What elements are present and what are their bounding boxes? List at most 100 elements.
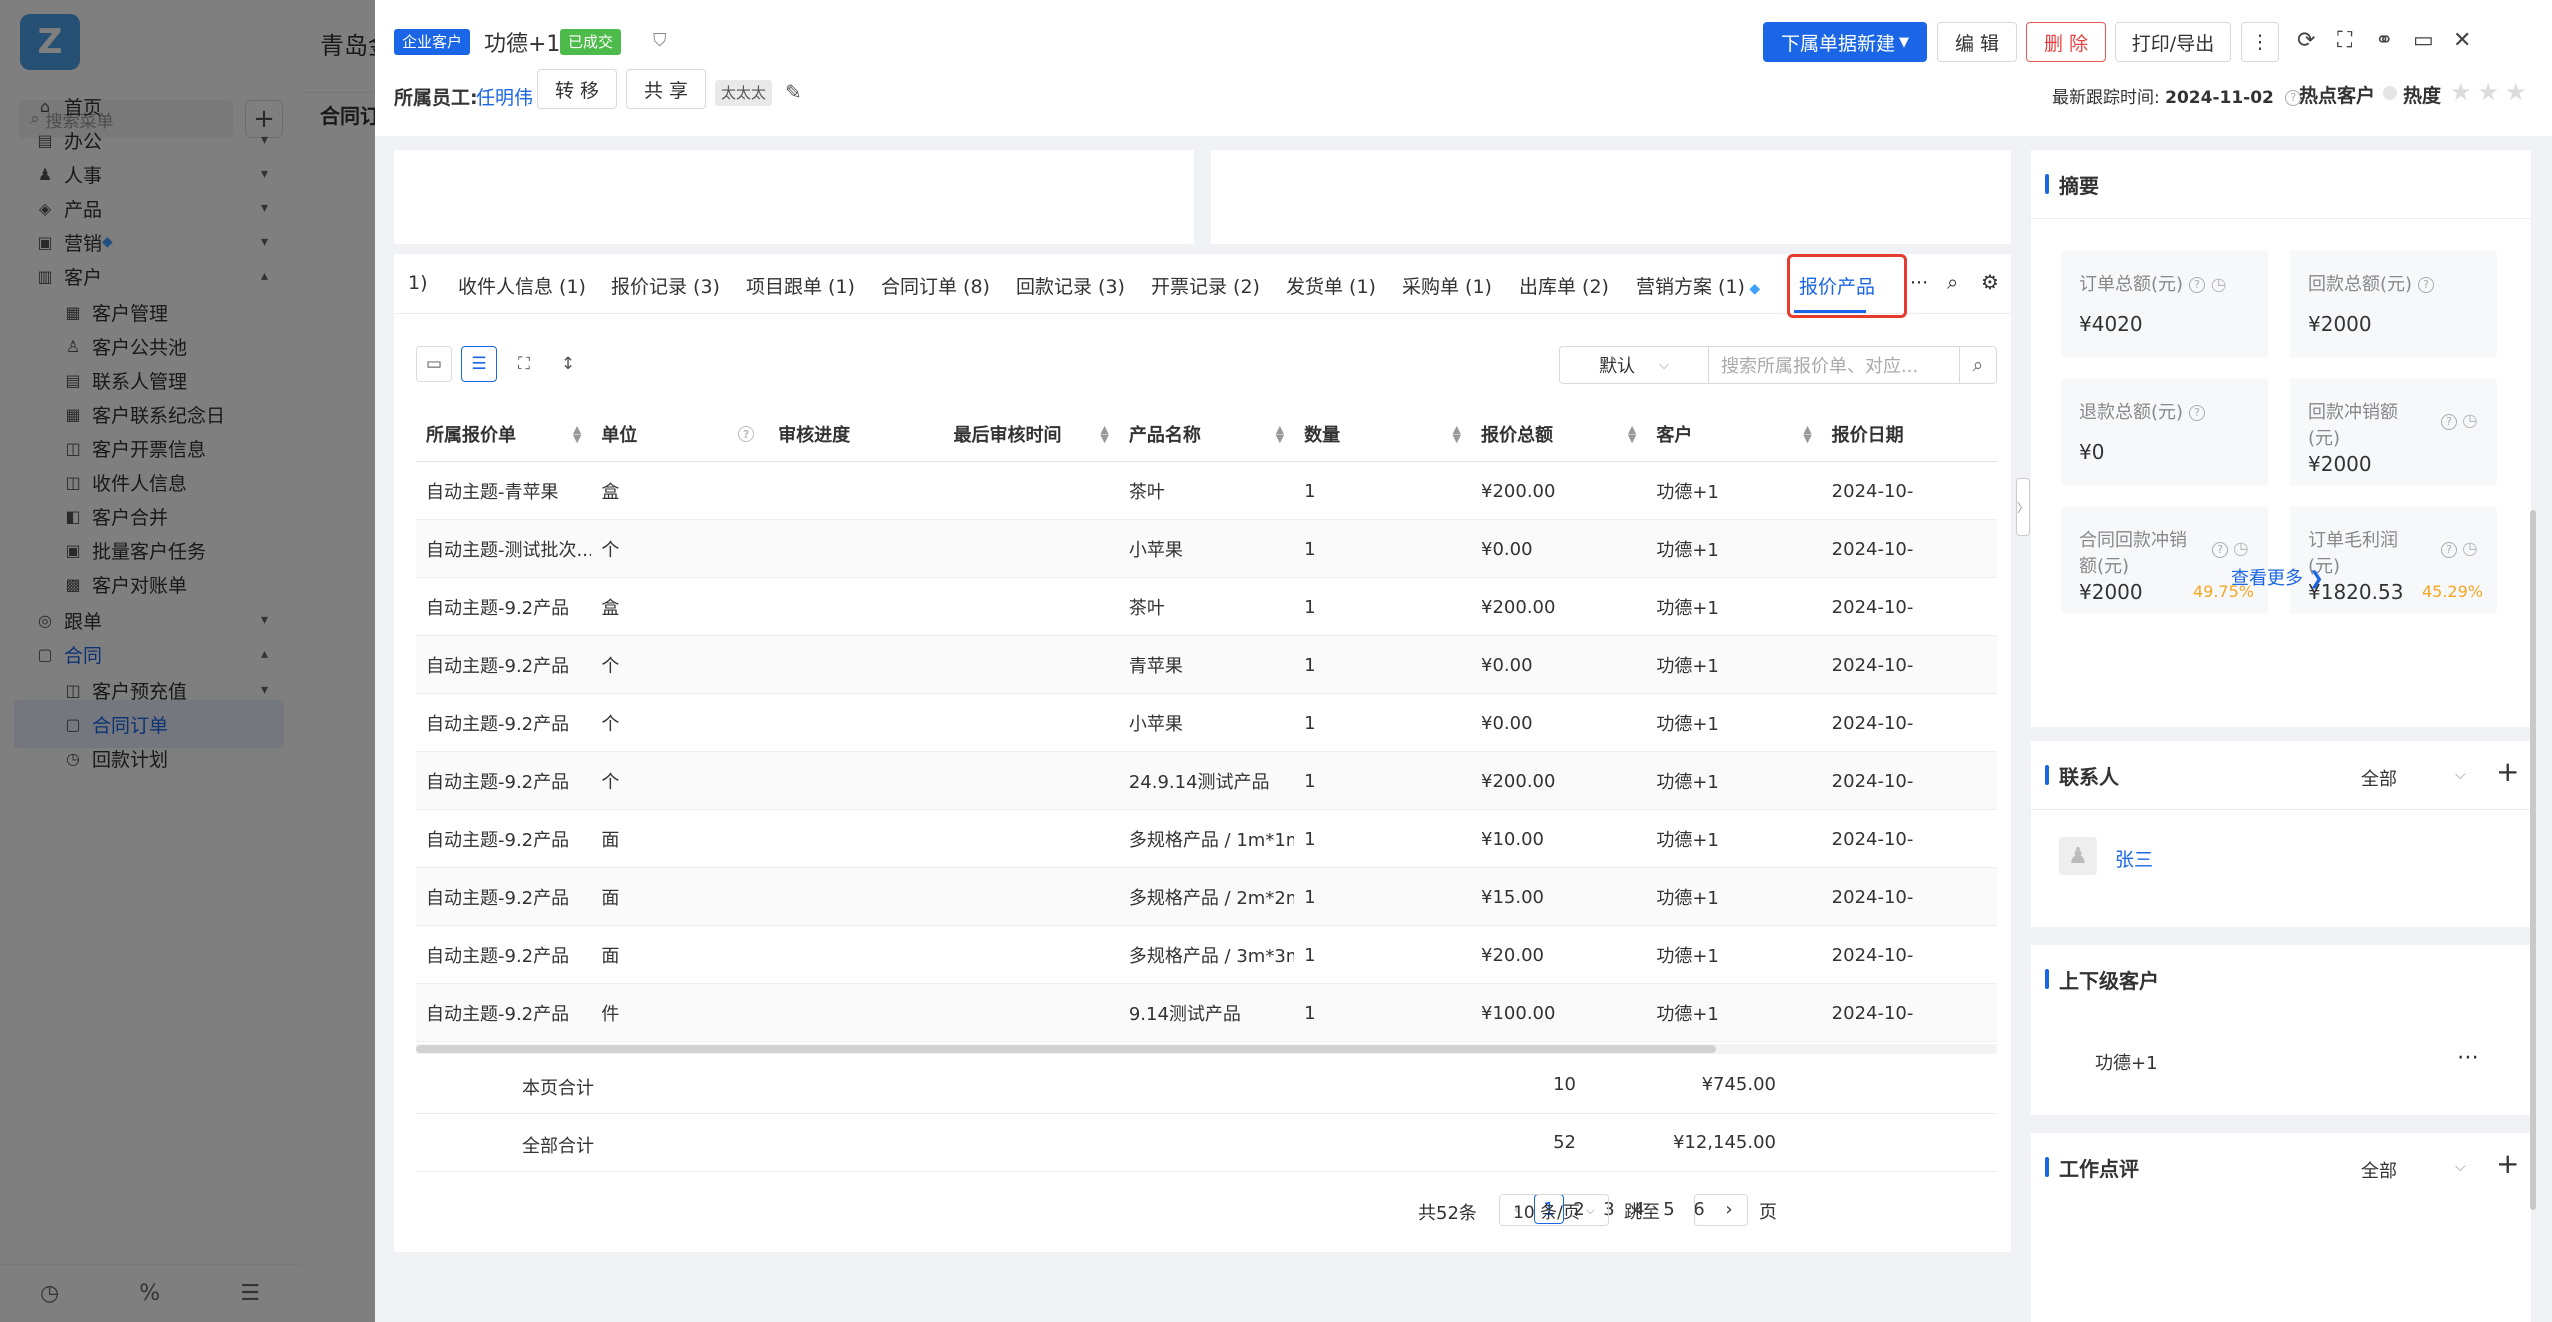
heat-rating-stars[interactable]: ★★★ [2450,78,2533,106]
sort-icon[interactable]: ▲ ▼ [573,424,581,444]
help-icon[interactable]: ? [2189,277,2206,293]
tab-11[interactable]: 报价产品 [1799,272,1875,299]
table-cell[interactable]: 小苹果 [1119,520,1294,578]
table-cell[interactable]: 9.14测试产品 [1119,984,1294,1042]
tab-2[interactable]: 报价记录 (3) [611,272,720,299]
table-row[interactable]: 自动主题-青苹果盒 茶叶 1 ¥200.00 功德+1 2024-10- [416,462,1997,520]
close-icon[interactable]: ✕ [2453,28,2471,53]
table-cell[interactable]: 功德+1 [1646,752,1821,810]
column-header-0[interactable]: 所属报价单 ▲ ▼ [416,406,591,462]
table-cell[interactable]: 自动主题-9.2产品 [416,868,591,926]
view-more-link[interactable]: 查看更多 ❯ [2231,564,2324,590]
table-row[interactable]: 自动主题-9.2产品盒 茶叶 1 ¥200.00 功德+1 2024-10- [416,578,1997,636]
table-row[interactable]: 自动主题-9.2产品面 多规格产品 / 3m*3m 1 ¥20.00 功德+1 2024-… [416,926,1997,984]
clock-icon[interactable]: ◷ [2233,538,2249,559]
transfer-button[interactable]: 转 移 [537,69,617,109]
sort-icon[interactable]: ▲ ▼ [1100,424,1108,444]
employee-name-link[interactable]: 任明伟 [476,83,533,110]
hot-toggle-icon[interactable] [2383,86,2397,100]
table-cell[interactable]: 自动主题-青苹果 [416,462,591,520]
tab-settings-gear-icon[interactable]: ⚙ [1981,270,1999,294]
panel-icon[interactable]: ▭ [2413,28,2434,53]
clock-icon[interactable]: ◷ [2205,274,2227,295]
fullscreen-icon[interactable]: ⛶ [2337,28,2352,53]
sort-icon[interactable]: ▲ ▼ [1803,424,1811,444]
sort-icon[interactable]: ▲ ▼ [1453,424,1461,444]
table-cell[interactable]: 功德+1 [1646,926,1821,984]
shield-icon[interactable]: ⛉ [653,30,667,51]
tab-4[interactable]: 合同订单 (8) [881,272,990,299]
table-cell[interactable]: 多规格产品 / 3m*3m [1119,926,1294,984]
column-header-6[interactable]: 报价总额 ▲ ▼ [1471,406,1646,462]
table-cell[interactable]: 自动主题-9.2产品 [416,752,591,810]
tab-12[interactable]: ··· [1910,272,1928,294]
table-cell[interactable]: 自动主题-9.2产品 [416,984,591,1042]
table-cell[interactable]: 茶叶 [1119,462,1294,520]
tab-search-icon[interactable]: ⌕ [1947,270,1958,294]
column-header-3[interactable]: 最后审核时间 ▲ ▼ [944,406,1119,462]
delete-button[interactable]: 删 除 [2026,22,2106,62]
table-cell[interactable]: 功德+1 [1646,810,1821,868]
help-icon[interactable]: ? [738,426,755,442]
help-icon[interactable]: ? [2212,542,2228,558]
help-icon[interactable]: ? [2418,277,2435,293]
chevron-down-icon[interactable]: ⌵ [2455,1159,2466,1175]
tab-3[interactable]: 项目跟单 (1) [746,272,855,299]
table-cell[interactable]: 自动主题-9.2产品 [416,694,591,752]
table-row[interactable]: 自动主题-9.2产品个 小苹果 1 ¥0.00 功德+1 2024-10- [416,694,1997,752]
help-icon[interactable]: ? [2189,405,2206,421]
help-icon[interactable]: ? [2441,414,2457,430]
clock-icon[interactable]: ◷ [2462,538,2478,559]
print-export-button[interactable]: 打印/导出 [2115,22,2231,62]
table-cell[interactable]: 自动主题-9.2产品 [416,810,591,868]
page-size-select[interactable]: 10 条/页 ⌵ [1499,1194,1609,1226]
sort-icon[interactable]: ▲ ▼ [1628,424,1636,444]
expand-icon[interactable]: ⛶ [506,346,542,382]
edit-button[interactable]: 编 辑 [1937,22,2017,62]
sort-icon[interactable]: ▲ ▼ [1276,424,1284,444]
presentation-icon[interactable]: ▭ [416,346,452,382]
jump-page-input[interactable] [1694,1194,1748,1226]
contact-name-link[interactable]: 张三 [2115,845,2153,872]
table-cell[interactable]: 小苹果 [1119,694,1294,752]
share-button[interactable]: 共 享 [626,69,706,109]
search-button-icon[interactable]: ⌕ [1959,346,1997,384]
tab-1[interactable]: 收件人信息 (1) [458,272,586,299]
tab-0[interactable]: 1) [408,272,428,294]
table-cell[interactable]: 功德+1 [1646,520,1821,578]
new-sub-document-button[interactable]: 下属单据新建 ▼ [1763,22,1927,62]
help-icon[interactable]: ? [2441,542,2457,558]
row-height-icon[interactable]: ↕ [550,346,586,382]
table-row[interactable]: 自动主题-测试批次... 个 小苹果 1 ¥0.00 功德+1 2024-10- [416,520,1997,578]
more-horizontal-icon[interactable]: ⋯ [2457,1045,2479,1070]
tab-10[interactable]: 营销方案 (1) ◆ [1636,272,1760,299]
table-cell[interactable]: 功德+1 [1646,578,1821,636]
table-search-input[interactable]: 搜索所属报价单、对应... [1708,346,1960,384]
horizontal-scrollbar[interactable] [416,1044,1997,1054]
tab-7[interactable]: 发货单 (1) [1286,272,1376,299]
add-contact-icon[interactable]: + [2496,755,2519,788]
table-cell[interactable]: 自动主题-9.2产品 [416,926,591,984]
vertical-scrollbar[interactable] [2530,510,2536,1210]
collapse-right-panel-icon[interactable]: 〉 [2016,478,2030,536]
table-cell[interactable]: 功德+1 [1646,868,1821,926]
table-row[interactable]: 自动主题-9.2产品件 9.14测试产品 1 ¥100.00 功德+1 2024-10- [416,984,1997,1042]
table-row[interactable]: 自动主题-9.2产品个 24.9.14测试产品 1 ¥200.00 功德+1 2024-1… [416,752,1997,810]
contacts-filter[interactable]: 全部 [2361,765,2397,791]
table-cell[interactable]: 功德+1 [1646,984,1821,1042]
chevron-down-icon[interactable]: ⌵ [2455,767,2466,783]
table-cell[interactable]: 功德+1 [1646,462,1821,520]
table-row[interactable]: 自动主题-9.2产品面 多规格产品 / 1m*1m 1 ¥10.00 功德+1 2024-… [416,810,1997,868]
edit-tag-icon[interactable]: ✎ [785,80,802,104]
parent-customer-name[interactable]: 功德+1 [2095,1049,2158,1075]
table-cell[interactable]: 多规格产品 / 2m*2m [1119,868,1294,926]
table-cell[interactable]: 自动主题-9.2产品 [416,636,591,694]
tab-8[interactable]: 采购单 (1) [1402,272,1492,299]
list-view-icon[interactable]: ☰ [461,346,497,382]
table-cell[interactable]: 功德+1 [1646,694,1821,752]
column-header-7[interactable]: 客户 ▲ ▼ [1646,406,1821,462]
more-vertical-icon[interactable]: ⋮ [2241,22,2279,62]
link-icon[interactable]: ⚭ [2375,28,2393,53]
table-cell[interactable]: 功德+1 [1646,636,1821,694]
clock-icon[interactable]: ◷ [2462,410,2478,431]
